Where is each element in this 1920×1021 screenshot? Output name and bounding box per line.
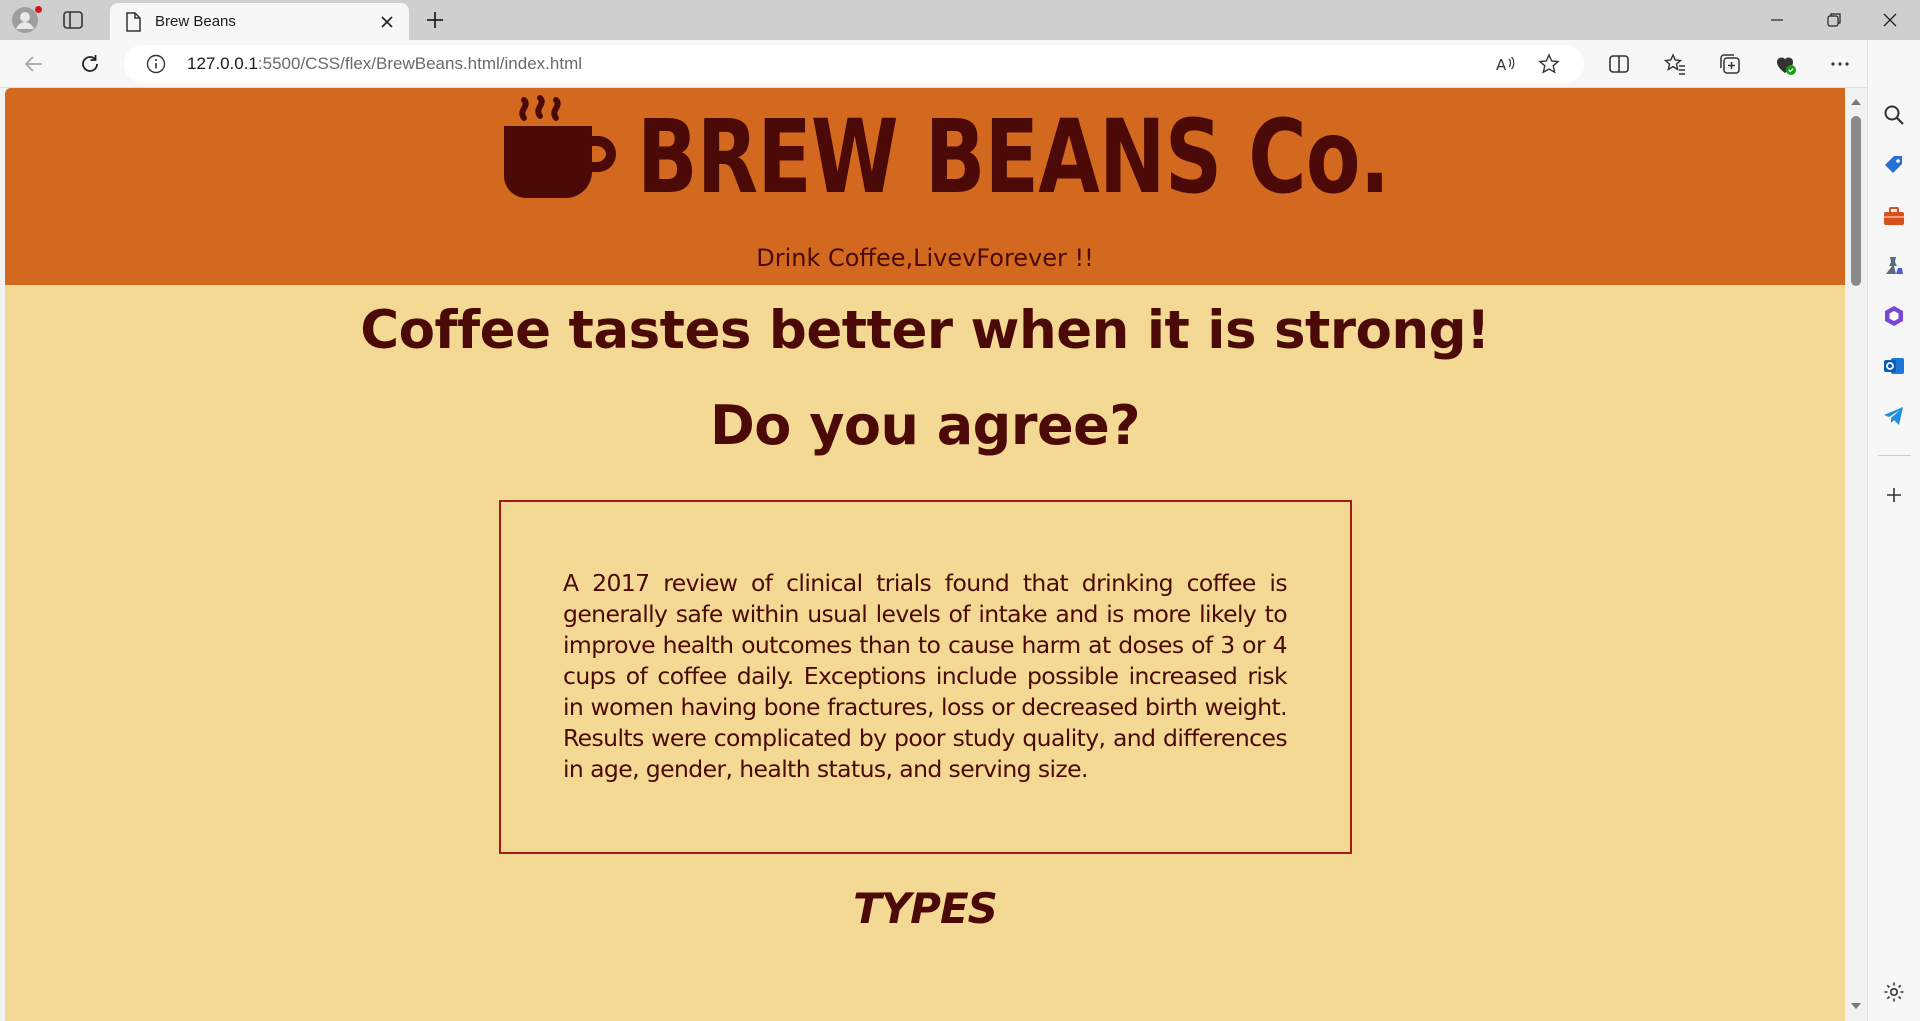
brand-name: BREW BEANS Co. — [637, 98, 1390, 217]
sidebar-divider — [1878, 455, 1911, 456]
favorites-icon[interactable] — [1663, 52, 1687, 76]
edge-sidebar — [1867, 40, 1920, 1021]
headline-emphasis: strong! — [1273, 300, 1490, 361]
page-icon — [126, 12, 141, 32]
tools-icon[interactable] — [1882, 204, 1906, 228]
tab-bar: Brew Beans — [0, 0, 1920, 40]
search-icon[interactable] — [1882, 103, 1906, 127]
star-icon[interactable] — [1538, 53, 1560, 75]
shopping-tag-icon[interactable] — [1882, 153, 1906, 177]
games-icon[interactable] — [1882, 254, 1906, 278]
collections-icon[interactable] — [1718, 52, 1742, 76]
close-tab-icon[interactable] — [377, 12, 397, 32]
settings-icon[interactable] — [1882, 980, 1906, 1004]
page-viewport: BREW BEANS Co. Drink Coffee,LivevForever… — [5, 88, 1845, 1021]
notification-dot — [35, 6, 42, 13]
fact-box: A 2017 review of clinical trials found t… — [499, 500, 1352, 854]
browser-essentials-icon[interactable] — [1773, 52, 1797, 76]
question-heading: Do you agree? — [709, 394, 1141, 457]
svg-text:A: A — [1496, 56, 1507, 74]
restore-icon[interactable] — [1813, 6, 1853, 34]
tagline: Drink Coffee,LivevForever !! — [756, 244, 1094, 272]
new-tab-icon[interactable] — [423, 8, 447, 32]
split-screen-icon[interactable] — [1607, 52, 1631, 76]
minimize-icon[interactable] — [1757, 6, 1797, 34]
vertical-scrollbar[interactable] — [1845, 88, 1867, 1021]
back-arrow-icon[interactable] — [20, 50, 48, 78]
close-window-icon[interactable] — [1870, 6, 1910, 34]
info-icon[interactable] — [146, 54, 166, 74]
scroll-down-icon[interactable] — [1850, 1000, 1862, 1012]
url-text[interactable]: 127.0.0.1:5500/CSS/flex/BrewBeans.html/i… — [187, 54, 582, 74]
headline: Coffee tastes better when it is strong! — [5, 300, 1845, 361]
coffee-cup-icon — [504, 95, 616, 198]
types-heading: TYPES — [853, 884, 998, 933]
headline-text: Coffee tastes better when it is — [360, 300, 1274, 361]
read-aloud-icon[interactable]: A — [1494, 53, 1516, 75]
more-icon[interactable] — [1828, 52, 1852, 76]
telegram-icon[interactable] — [1882, 404, 1906, 428]
url-path: :5500/CSS/flex/BrewBeans.html/index.html — [257, 54, 583, 73]
tab-title: Brew Beans — [155, 13, 236, 30]
profile-icon[interactable] — [12, 7, 38, 33]
office-icon[interactable] — [1882, 304, 1906, 328]
refresh-icon[interactable] — [76, 50, 104, 78]
outlook-icon[interactable] — [1882, 354, 1906, 378]
hero-header: BREW BEANS Co. Drink Coffee,LivevForever… — [5, 88, 1845, 285]
url-host: 127.0.0.1 — [187, 54, 258, 73]
address-bar[interactable]: 127.0.0.1:5500/CSS/flex/BrewBeans.html/i… — [124, 45, 1584, 83]
address-toolbar: 127.0.0.1:5500/CSS/flex/BrewBeans.html/i… — [0, 40, 1920, 88]
add-icon[interactable] — [1882, 483, 1906, 507]
scroll-up-icon[interactable] — [1850, 96, 1862, 108]
active-tab[interactable]: Brew Beans — [110, 3, 409, 40]
fact-paragraph: A 2017 review of clinical trials found t… — [563, 569, 1288, 783]
tab-actions-icon[interactable] — [62, 9, 84, 31]
scroll-thumb[interactable] — [1851, 116, 1861, 286]
